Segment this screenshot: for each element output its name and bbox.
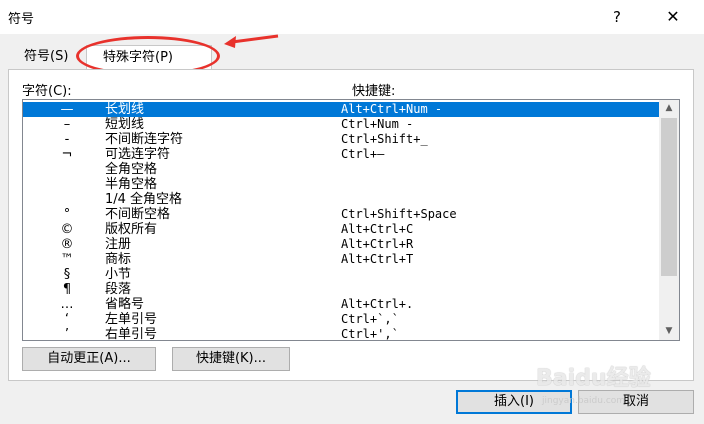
help-button[interactable]: ? [604, 6, 630, 28]
character-name: 不间断连字符 [105, 132, 184, 147]
tab-special-characters[interactable]: 特殊字符(P) [86, 45, 212, 69]
character-name: 小节 [105, 267, 132, 282]
list-item[interactable]: ¬ 可选连字符 Ctrl+— [23, 147, 659, 162]
character-name: 段落 [105, 282, 132, 297]
list-item[interactable]: ° 不间断空格 Ctrl+Shift+Space [23, 207, 659, 222]
list-item[interactable]: 1/4 全角空格 [23, 192, 659, 207]
column-header-shortcut: 快捷键: [352, 84, 396, 99]
list-item[interactable]: 半角空格 [23, 177, 659, 192]
special-character-list[interactable]: ’ 右单引号 Ctrl+',` ‘ 左单引号 Ctrl+`,` … 省略号 Alt+Ctrl+.… [22, 99, 680, 341]
character-glyph: § [63, 267, 71, 282]
list-item[interactable]: ’ 右单引号 Ctrl+',` [23, 327, 659, 341]
character-shortcut: Alt+Ctrl+C [341, 222, 414, 236]
list-item[interactable]: — 长划线 Alt+Ctrl+Num - [23, 102, 659, 117]
character-name: 省略号 [105, 297, 145, 312]
character-shortcut: Ctrl+`,` [341, 312, 399, 326]
character-glyph: ¬ [61, 147, 73, 162]
character-shortcut: Ctrl+Shift+_ [341, 132, 428, 146]
list-item[interactable]: © 版权所有 Alt+Ctrl+C [23, 222, 659, 237]
cancel-button[interactable]: 取消 [578, 390, 694, 414]
scrollbar-thumb[interactable] [661, 118, 677, 276]
character-name: 左单引号 [105, 312, 158, 327]
character-name: 版权所有 [105, 222, 158, 237]
character-name: 长划线 [105, 102, 145, 117]
character-glyph: ’ [64, 327, 70, 341]
character-glyph: — [60, 102, 74, 117]
character-shortcut: Ctrl+— [341, 147, 385, 161]
character-glyph: ¶ [62, 282, 72, 297]
character-glyph: ‑ [64, 132, 70, 147]
character-glyph: ° [63, 207, 71, 222]
character-name: 全角空格 [105, 162, 158, 177]
vertical-scrollbar[interactable]: ▲ ▼ [659, 100, 679, 340]
character-shortcut: Alt+Ctrl+R [341, 237, 414, 251]
list-item[interactable]: § 小节 [23, 267, 659, 282]
character-name: 不间断空格 [105, 207, 171, 222]
list-item[interactable]: … 省略号 Alt+Ctrl+. [23, 297, 659, 312]
character-shortcut: Ctrl+',` [341, 327, 399, 341]
character-name: 商标 [105, 252, 132, 267]
character-glyph: … [60, 297, 74, 312]
insert-button[interactable]: 插入(I) [456, 390, 572, 414]
column-header-character: 字符(C): [22, 84, 72, 99]
character-name: 短划线 [105, 117, 145, 132]
close-button[interactable]: ✕ [660, 6, 686, 28]
character-shortcut: Ctrl+Num - [341, 117, 414, 131]
shortcut-key-button[interactable]: 快捷键(K)... [172, 347, 290, 371]
character-glyph: © [60, 222, 74, 237]
character-name: 半角空格 [105, 177, 158, 192]
character-shortcut: Alt+Ctrl+. [341, 297, 414, 311]
list-item[interactable]: – 短划线 Ctrl+Num - [23, 117, 659, 132]
scroll-down-icon[interactable]: ▼ [659, 323, 679, 340]
list-item[interactable]: 全角空格 [23, 162, 659, 177]
scroll-up-icon[interactable]: ▲ [659, 100, 679, 117]
character-shortcut: Alt+Ctrl+T [341, 252, 414, 266]
window-title: 符号 [8, 12, 35, 27]
list-item[interactable]: ‘ 左单引号 Ctrl+`,` [23, 312, 659, 327]
character-name: 注册 [105, 237, 132, 252]
character-name: 可选连字符 [105, 147, 171, 162]
character-name: 右单引号 [105, 327, 158, 341]
character-shortcut: Alt+Ctrl+Num - [341, 102, 443, 116]
character-name: 1/4 全角空格 [105, 192, 183, 207]
tab-symbols[interactable]: 符号(S) [24, 47, 68, 68]
character-shortcut: Ctrl+Shift+Space [341, 207, 457, 221]
character-glyph: ® [60, 237, 74, 252]
character-glyph: – [63, 117, 71, 132]
list-item[interactable]: ¶ 段落 [23, 282, 659, 297]
list-item[interactable]: ® 注册 Alt+Ctrl+R [23, 237, 659, 252]
list-item[interactable]: ™ 商标 Alt+Ctrl+T [23, 252, 659, 267]
list-item[interactable]: ‑ 不间断连字符 Ctrl+Shift+_ [23, 132, 659, 147]
character-glyph: ‘ [64, 312, 70, 327]
title-bar: 符号 ? ✕ [0, 0, 704, 34]
character-glyph: ™ [60, 252, 74, 267]
autocorrect-button[interactable]: 自动更正(A)... [22, 347, 156, 371]
